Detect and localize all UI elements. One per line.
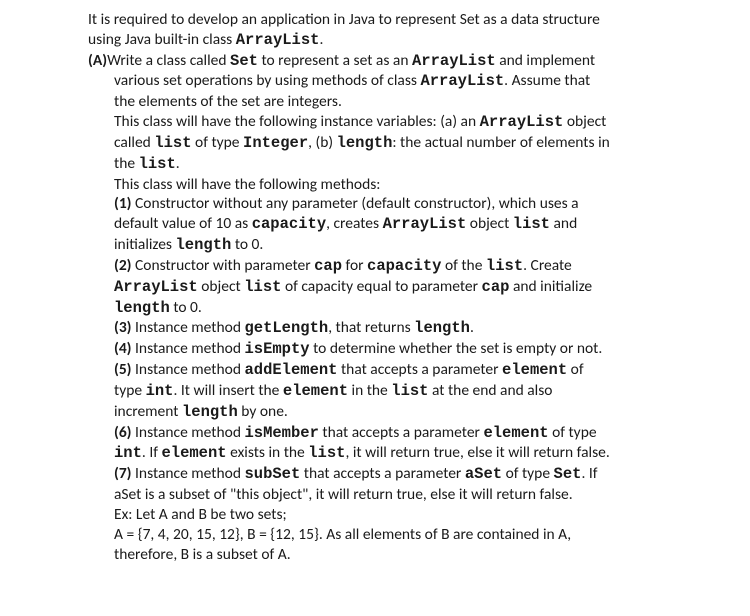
- method-2-line2: ArrayList object list of capacity equal …: [88, 277, 672, 298]
- method-2-line1: (2) Constructor with parameter cap for c…: [88, 256, 672, 277]
- method-1-line2: default value of 10 as capacity, creates…: [88, 214, 672, 235]
- part-a-line6: the list.: [88, 154, 672, 175]
- method-5-line3: increment length by one.: [88, 402, 672, 423]
- intro-line1: It is required to develop an application…: [88, 10, 672, 30]
- part-a-line1: (A)Write a class called Set to represent…: [88, 51, 672, 72]
- method-5-line2: type int. It will insert the element in …: [88, 381, 672, 402]
- method-7-line1: (7) Instance method subSet that accepts …: [88, 464, 672, 485]
- method-3-line1: (3) Instance method getLength, that retu…: [88, 318, 672, 339]
- method-5-line1: (5) Instance method addElement that acce…: [88, 360, 672, 381]
- method-4-line1: (4) Instance method isEmpty to determine…: [88, 339, 672, 360]
- document-body: It is required to develop an application…: [0, 0, 750, 574]
- part-a-line3: the elements of the set are integers.: [88, 92, 672, 112]
- method-7-line4: A = {7, 4, 20, 15, 12}, B = {12, 15}. As…: [88, 525, 672, 545]
- method-6-line1: (6) Instance method isMember that accept…: [88, 423, 672, 444]
- method-7-line3: Ex: Let A and B be two sets;: [88, 505, 672, 525]
- intro-line2: using Java built-in class ArrayList.: [88, 30, 672, 51]
- method-2-line3: length to 0.: [88, 298, 672, 319]
- method-7-line2: aSet is a subset of "this object", it wi…: [88, 485, 672, 505]
- method-6-line2: int. If element exists in the list, it w…: [88, 443, 672, 464]
- method-1-line1: (1) Constructor without any parameter (d…: [88, 194, 672, 214]
- part-a-line4: This class will have the following insta…: [88, 112, 672, 133]
- method-1-line3: initializes length to 0.: [88, 235, 672, 256]
- part-a-line2: various set operations by using methods …: [88, 71, 672, 92]
- method-7-line5: therefore, B is a subset of A.: [88, 545, 672, 565]
- part-a-line5: called list of type Integer, (b) length:…: [88, 133, 672, 154]
- part-a-line7: This class will have the following metho…: [88, 175, 672, 195]
